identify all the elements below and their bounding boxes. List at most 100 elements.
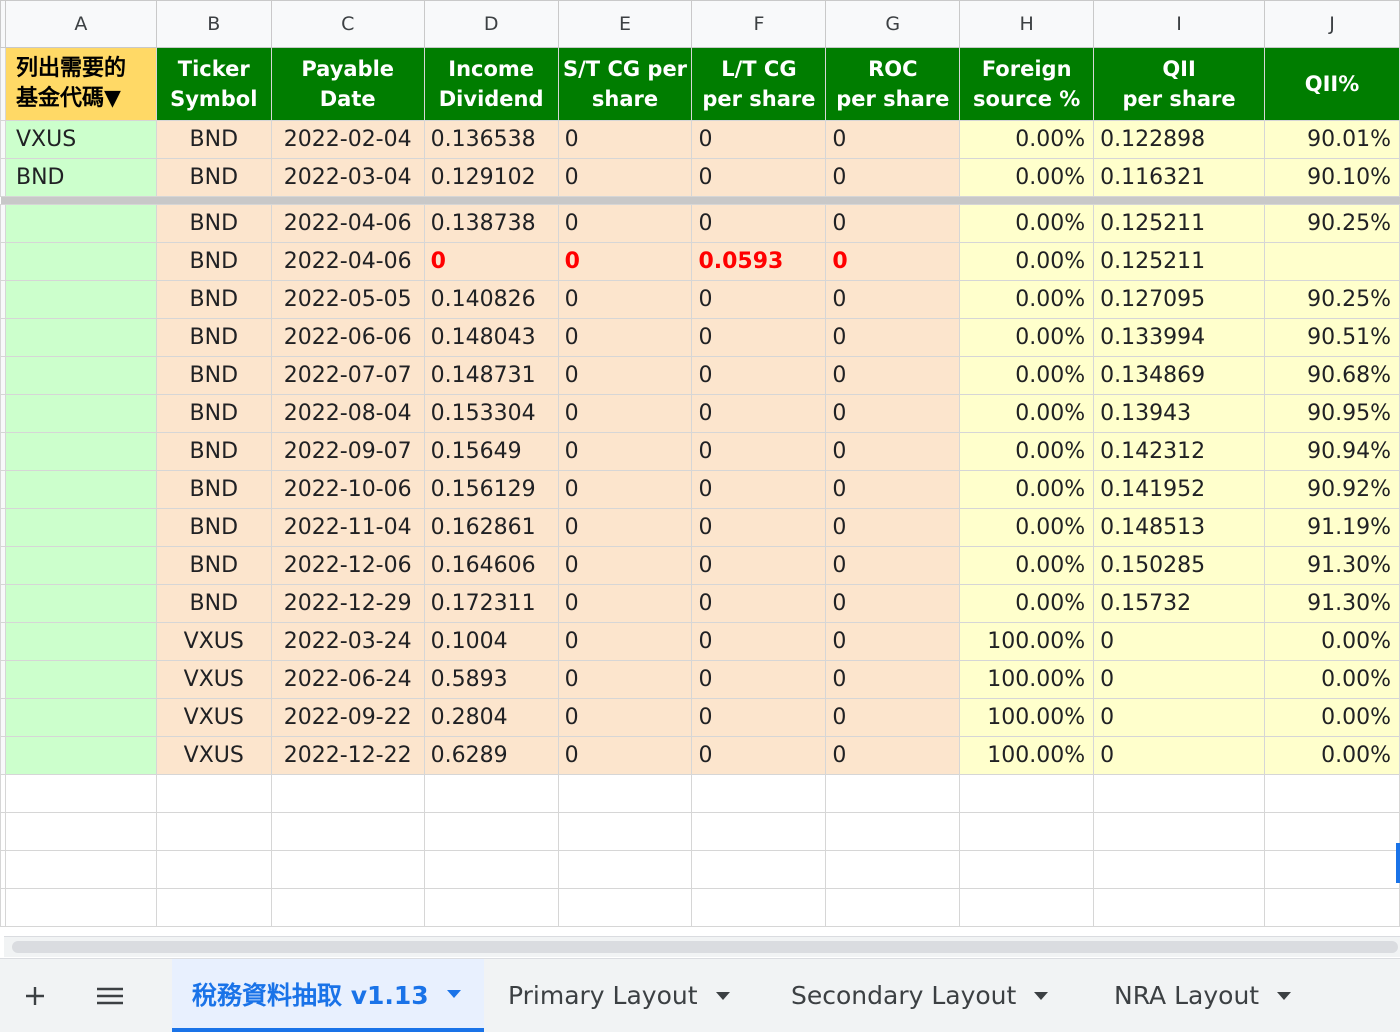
sheet-tab-secondary-layout[interactable]: Secondary Layout: [771, 959, 1081, 1032]
cell-j[interactable]: 0.00%: [1264, 622, 1400, 661]
empty-cell[interactable]: [423, 888, 559, 927]
frozen-rows-divider[interactable]: [0, 196, 1400, 205]
cell-b[interactable]: BND: [155, 158, 272, 197]
cell-a[interactable]: [4, 698, 157, 737]
header-ticker-symbol[interactable]: Ticker Symbol: [155, 47, 272, 121]
empty-cell[interactable]: [825, 850, 961, 889]
cell-g[interactable]: 0: [825, 660, 961, 699]
cell-i[interactable]: 0.125211: [1093, 242, 1265, 281]
column-header-h[interactable]: H: [959, 0, 1095, 48]
empty-cell[interactable]: [155, 774, 272, 813]
cell-g[interactable]: 0: [825, 120, 961, 159]
cell-h[interactable]: 0.00%: [959, 470, 1095, 509]
cell-f[interactable]: 0: [691, 584, 827, 623]
cell-a[interactable]: BND: [4, 158, 157, 197]
cell-f[interactable]: 0: [691, 698, 827, 737]
cell-e[interactable]: 0: [557, 622, 693, 661]
cell-g[interactable]: 0: [825, 698, 961, 737]
empty-cell[interactable]: [959, 812, 1095, 851]
empty-cell[interactable]: [1264, 774, 1400, 813]
cell-a[interactable]: [4, 470, 157, 509]
empty-cell[interactable]: [959, 774, 1095, 813]
cell-c[interactable]: 2022-06-06: [270, 318, 425, 357]
cell-b[interactable]: BND: [155, 280, 272, 319]
empty-cell[interactable]: [959, 850, 1095, 889]
cell-d[interactable]: 0.153304: [423, 394, 559, 433]
empty-cell[interactable]: [270, 888, 425, 927]
cell-i[interactable]: 0: [1093, 698, 1265, 737]
horizontal-scrollbar[interactable]: [4, 936, 1400, 957]
empty-cell[interactable]: [4, 774, 157, 813]
cell-g[interactable]: 0: [825, 508, 961, 547]
empty-cell[interactable]: [1093, 888, 1265, 927]
cell-i[interactable]: 0.141952: [1093, 470, 1265, 509]
empty-cell[interactable]: [4, 850, 157, 889]
cell-c[interactable]: 2022-09-22: [270, 698, 425, 737]
cell-j[interactable]: 90.25%: [1264, 280, 1400, 319]
column-header-j[interactable]: J: [1264, 0, 1400, 48]
cell-g[interactable]: 0: [825, 204, 961, 243]
empty-cell[interactable]: [691, 774, 827, 813]
cell-g[interactable]: 0: [825, 736, 961, 775]
cell-i[interactable]: 0.15732: [1093, 584, 1265, 623]
empty-cell[interactable]: [1264, 812, 1400, 851]
tab-dropdown-icon[interactable]: [715, 991, 730, 1000]
cell-h[interactable]: 0.00%: [959, 204, 1095, 243]
cell-a[interactable]: [4, 394, 157, 433]
cell-g[interactable]: 0: [825, 356, 961, 395]
cell-i[interactable]: 0.148513: [1093, 508, 1265, 547]
cell-f[interactable]: 0: [691, 318, 827, 357]
cell-b[interactable]: BND: [155, 394, 272, 433]
empty-cell[interactable]: [557, 774, 693, 813]
cell-c[interactable]: 2022-04-06: [270, 204, 425, 243]
cell-e[interactable]: 0: [557, 318, 693, 357]
empty-cell[interactable]: [270, 812, 425, 851]
cell-c[interactable]: 2022-06-24: [270, 660, 425, 699]
cell-d[interactable]: 0.129102: [423, 158, 559, 197]
cell-c[interactable]: 2022-12-29: [270, 584, 425, 623]
cell-g[interactable]: 0: [825, 622, 961, 661]
cell-j[interactable]: 91.19%: [1264, 508, 1400, 547]
cell-f[interactable]: 0: [691, 120, 827, 159]
column-header-d[interactable]: D: [423, 0, 559, 48]
cell-b[interactable]: VXUS: [155, 698, 272, 737]
cell-f[interactable]: 0: [691, 470, 827, 509]
cell-c[interactable]: 2022-03-04: [270, 158, 425, 197]
cell-b[interactable]: BND: [155, 356, 272, 395]
cell-j[interactable]: 90.25%: [1264, 204, 1400, 243]
cell-e[interactable]: 0: [557, 280, 693, 319]
cell-g[interactable]: 0: [825, 280, 961, 319]
cell-d[interactable]: 0.148043: [423, 318, 559, 357]
cell-j[interactable]: 90.68%: [1264, 356, 1400, 395]
cell-e[interactable]: 0: [557, 508, 693, 547]
cell-g[interactable]: 0: [825, 546, 961, 585]
cell-h[interactable]: 0.00%: [959, 242, 1095, 281]
cell-h[interactable]: 0.00%: [959, 546, 1095, 585]
all-sheets-button[interactable]: [80, 959, 140, 1032]
cell-j[interactable]: 90.94%: [1264, 432, 1400, 471]
column-header-i[interactable]: I: [1093, 0, 1265, 48]
empty-cell[interactable]: [1093, 812, 1265, 851]
cell-c[interactable]: 2022-04-06: [270, 242, 425, 281]
cell-a[interactable]: [4, 204, 157, 243]
cell-b[interactable]: VXUS: [155, 660, 272, 699]
cell-e[interactable]: 0: [557, 660, 693, 699]
cell-e[interactable]: 0: [557, 470, 693, 509]
sheet-tab-nra-layout[interactable]: NRA Layout: [1094, 959, 1334, 1032]
cell-a[interactable]: [4, 660, 157, 699]
cell-e[interactable]: 0: [557, 432, 693, 471]
cell-h[interactable]: 0.00%: [959, 280, 1095, 319]
cell-b[interactable]: BND: [155, 120, 272, 159]
cell-h[interactable]: 0.00%: [959, 394, 1095, 433]
cell-i[interactable]: 0.150285: [1093, 546, 1265, 585]
empty-cell[interactable]: [691, 850, 827, 889]
cell-f[interactable]: 0: [691, 622, 827, 661]
cell-a[interactable]: [4, 432, 157, 471]
cell-e[interactable]: 0: [557, 242, 693, 281]
cell-j[interactable]: 0.00%: [1264, 698, 1400, 737]
cell-d[interactable]: 0.15649: [423, 432, 559, 471]
cell-j[interactable]: 0.00%: [1264, 660, 1400, 699]
cell-c[interactable]: 2022-05-05: [270, 280, 425, 319]
fund-code-dropdown-cell[interactable]: 列出需要的 基金代碼▼: [4, 47, 157, 121]
sheet-tab-primary-layout[interactable]: Primary Layout: [488, 959, 756, 1032]
